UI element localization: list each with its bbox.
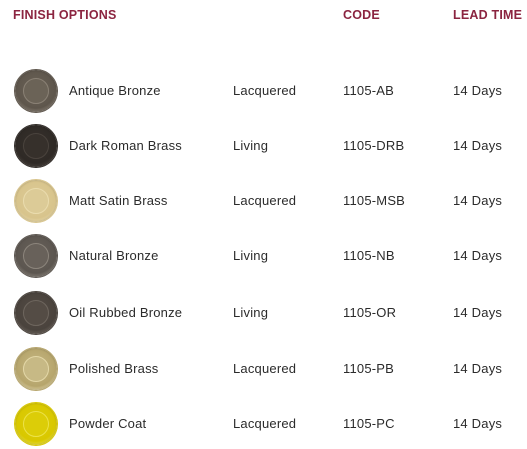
table-row: Polished Brass Lacquered 1105-PB 14 Days xyxy=(0,346,527,392)
finish-type: Lacquered xyxy=(233,193,297,208)
finish-swatch-center xyxy=(23,300,49,326)
lead-time: 14 Days xyxy=(453,83,503,98)
lead-time: 14 Days xyxy=(453,248,503,263)
finish-swatch xyxy=(15,292,57,334)
finish-swatch-center xyxy=(23,133,49,159)
table-header: FINISH OPTIONS CODE LEAD TIME xyxy=(0,8,527,24)
finish-swatch-center xyxy=(23,188,49,214)
finish-code: 1105-NB xyxy=(343,248,395,263)
lead-time: 14 Days xyxy=(453,361,503,376)
finish-name: Antique Bronze xyxy=(69,83,161,98)
finish-code: 1105-DRB xyxy=(343,138,405,153)
finish-swatch-center xyxy=(23,78,49,104)
finish-swatch-center xyxy=(23,243,49,269)
finish-swatch-center xyxy=(23,411,49,437)
finish-name: Dark Roman Brass xyxy=(69,138,183,153)
table-row: Dark Roman Brass Living 1105-DRB 14 Days xyxy=(0,123,527,169)
header-finish-options: FINISH OPTIONS xyxy=(13,8,117,22)
lead-time: 14 Days xyxy=(453,305,503,320)
finish-type: Lacquered xyxy=(233,83,297,98)
finish-swatch xyxy=(15,403,57,445)
table-row: Powder Coat Lacquered 1105-PC 14 Days xyxy=(0,401,527,447)
finish-type: Lacquered xyxy=(233,361,297,376)
lead-time: 14 Days xyxy=(453,416,503,431)
lead-time: 14 Days xyxy=(453,193,503,208)
table-row: Matt Satin Brass Lacquered 1105-MSB 14 Days xyxy=(0,178,527,224)
finish-type: Living xyxy=(233,248,269,263)
finish-swatch xyxy=(15,235,57,277)
table-row: Antique Bronze Lacquered 1105-AB 14 Days xyxy=(0,68,527,114)
lead-time: 14 Days xyxy=(453,138,503,153)
finish-type: Living xyxy=(233,305,269,320)
table-row: Oil Rubbed Bronze Living 1105-OR 14 Days xyxy=(0,290,527,336)
finish-name: Polished Brass xyxy=(69,361,159,376)
table-row: Natural Bronze Living 1105-NB 14 Days xyxy=(0,233,527,279)
finish-type: Lacquered xyxy=(233,416,297,431)
finish-code: 1105-AB xyxy=(343,83,395,98)
finish-code: 1105-PB xyxy=(343,361,395,376)
finish-name: Oil Rubbed Bronze xyxy=(69,305,183,320)
finish-type: Living xyxy=(233,138,269,153)
finish-name: Matt Satin Brass xyxy=(69,193,168,208)
finish-swatch xyxy=(15,125,57,167)
finish-swatch-center xyxy=(23,356,49,382)
finish-swatch xyxy=(15,348,57,390)
finish-code: 1105-PC xyxy=(343,416,395,431)
finish-code: 1105-OR xyxy=(343,305,397,320)
header-code: CODE xyxy=(343,8,380,22)
finish-code: 1105-MSB xyxy=(343,193,406,208)
finish-name: Powder Coat xyxy=(69,416,147,431)
finish-name: Natural Bronze xyxy=(69,248,159,263)
finish-swatch xyxy=(15,180,57,222)
header-lead-time: LEAD TIME xyxy=(453,8,523,22)
finish-swatch xyxy=(15,70,57,112)
